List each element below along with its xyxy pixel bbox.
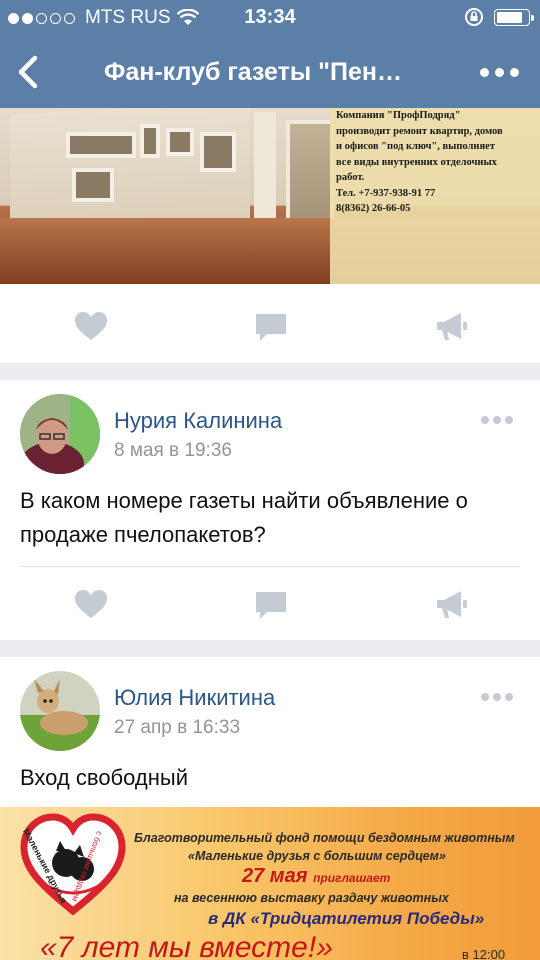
more-horizontal-icon xyxy=(493,416,501,424)
megaphone-icon xyxy=(437,313,467,340)
status-time: 13:34 xyxy=(244,6,296,28)
ad-text-line: все виды внутренних отделочных xyxy=(336,156,497,168)
back-button[interactable] xyxy=(8,48,48,96)
status-right xyxy=(464,7,534,27)
post-date: 27 апр в 16:33 xyxy=(114,717,241,738)
event-banner[interactable]: Маленькие друзья с большим сердцем Благо… xyxy=(0,807,540,960)
battery-icon xyxy=(494,8,534,26)
more-horizontal-icon xyxy=(493,693,501,701)
author-name[interactable]: Юлия Никитина xyxy=(114,685,275,711)
post-menu-button[interactable] xyxy=(480,687,514,707)
battery-fill xyxy=(497,11,522,23)
post-photo[interactable]: Компания "ПрофПодряд" производит ремонт … xyxy=(0,108,540,284)
more-horizontal-icon xyxy=(509,67,519,77)
more-horizontal-icon xyxy=(481,416,489,424)
more-horizontal-icon xyxy=(494,67,504,77)
heart-icon xyxy=(75,590,107,618)
banner-line: на весеннюю выставку раздачу животных xyxy=(174,891,449,905)
banner-line: «Маленькие друзья с большим сердцем» xyxy=(188,849,446,863)
heart-icon xyxy=(75,312,107,340)
banner-date-text: 27 мая xyxy=(242,865,308,887)
status-bar: MTS RUS 13:34 xyxy=(0,0,540,36)
avatar-photo xyxy=(20,671,100,751)
more-horizontal-icon xyxy=(505,416,513,424)
photo-niche xyxy=(200,132,236,172)
more-horizontal-icon xyxy=(505,693,513,701)
app-header: MTS RUS 13:34 Фан-клуб газеты "Пен… xyxy=(0,0,540,108)
avatar-photo xyxy=(20,394,100,474)
share-button[interactable] xyxy=(433,587,469,623)
ad-text-line: и офисов "под ключ", выполняет xyxy=(336,141,495,152)
ad-text: Компания "ПрофПодряд" производит ремонт … xyxy=(330,108,540,284)
photo-niche xyxy=(140,124,160,158)
photo-niche xyxy=(66,132,136,158)
divider xyxy=(20,566,520,567)
like-button[interactable] xyxy=(73,309,109,345)
more-horizontal-icon xyxy=(479,67,489,77)
photo-niche xyxy=(166,128,194,156)
share-button[interactable] xyxy=(433,309,469,345)
banner-line: Благотворительный фонд помощи бездомным … xyxy=(134,831,515,845)
comment-icon xyxy=(256,592,286,619)
post-card: Нурия Калинина 8 мая в 19:36 В каком ном… xyxy=(0,380,540,640)
like-button[interactable] xyxy=(73,587,109,623)
charity-logo xyxy=(20,813,126,916)
ad-text-line: производит ремонт квартир, домов xyxy=(336,125,503,137)
author-name[interactable]: Нурия Калинина xyxy=(114,408,282,434)
avatar[interactable] xyxy=(20,671,100,751)
banner-date-suffix: приглашает xyxy=(313,871,391,885)
rotation-lock-icon xyxy=(465,8,483,26)
more-horizontal-icon xyxy=(481,693,489,701)
more-button[interactable] xyxy=(472,48,526,96)
post-text: Вход свободный xyxy=(20,765,188,790)
avatar[interactable] xyxy=(20,394,100,474)
ad-text-line: Тел. +7-937-938-91 77 xyxy=(336,187,436,199)
post-actions xyxy=(0,570,540,640)
comment-button[interactable] xyxy=(253,587,289,623)
photo-niche xyxy=(72,168,114,202)
chevron-left-icon xyxy=(18,55,38,89)
navigation-bar: Фан-клуб газеты "Пен… xyxy=(0,36,540,108)
banner-slogan: «7 лет мы вместе!» xyxy=(40,931,333,960)
ad-text-line: Компания "ПрофПодряд" xyxy=(336,110,461,121)
post-card: Юлия Никитина 27 апр в 16:33 Вход свобод… xyxy=(0,657,540,960)
post-card: Компания "ПрофПодряд" производит ремонт … xyxy=(0,108,540,363)
comment-button[interactable] xyxy=(253,309,289,345)
banner-date: 27 мая приглашает xyxy=(242,865,390,888)
post-actions xyxy=(0,292,540,362)
comment-icon xyxy=(256,314,286,341)
ad-text-line: 8(8362) 26-66-05 xyxy=(336,203,411,214)
page-title: Фан-клуб газеты "Пен… xyxy=(104,58,402,86)
banner-venue: в ДК «Тридцатилетия Победы» xyxy=(208,909,485,928)
post-date: 8 мая в 19:36 xyxy=(114,440,232,461)
banner-time: в 12:00 xyxy=(462,947,506,960)
post-text: В каком номере газеты найти объявление о… xyxy=(20,488,468,547)
ad-text-line: работ. xyxy=(336,172,365,183)
post-menu-button[interactable] xyxy=(480,410,514,430)
megaphone-icon xyxy=(437,591,467,618)
